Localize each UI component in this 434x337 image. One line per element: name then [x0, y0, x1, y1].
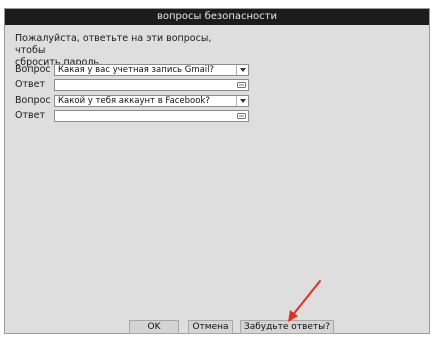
- question-2-select[interactable]: Какой у тебя аккаунт в Facebook?: [54, 95, 249, 107]
- cancel-button[interactable]: Отмена: [188, 320, 233, 334]
- keyboard-icon[interactable]: [237, 81, 246, 89]
- ok-button[interactable]: OK: [129, 320, 179, 334]
- question-2-value: Какой у тебя аккаунт в Facebook?: [58, 96, 210, 106]
- answer-1-input[interactable]: [54, 79, 249, 91]
- question-1-select[interactable]: Какая у вас учетная запись Gmail?: [54, 64, 249, 76]
- security-questions-dialog: вопросы безопасности Пожалуйста, ответьт…: [4, 8, 430, 334]
- chevron-down-icon[interactable]: [236, 65, 248, 75]
- dialog-title: вопросы безопасности: [5, 9, 429, 25]
- question-2-label: Вопрос: [15, 95, 51, 106]
- forgot-answers-button[interactable]: Забудьте ответы?: [240, 320, 334, 334]
- answer-1-label: Ответ: [15, 79, 45, 90]
- question-1-value: Какая у вас учетная запись Gmail?: [58, 65, 215, 75]
- chevron-down-icon[interactable]: [236, 96, 248, 106]
- answer-2-label: Ответ: [15, 110, 45, 121]
- question-1-label: Вопрос: [15, 64, 51, 75]
- answer-2-input[interactable]: [54, 110, 249, 122]
- instruction-line-1: Пожалуйста, ответьте на эти вопросы, что…: [15, 33, 212, 56]
- keyboard-icon[interactable]: [237, 112, 246, 120]
